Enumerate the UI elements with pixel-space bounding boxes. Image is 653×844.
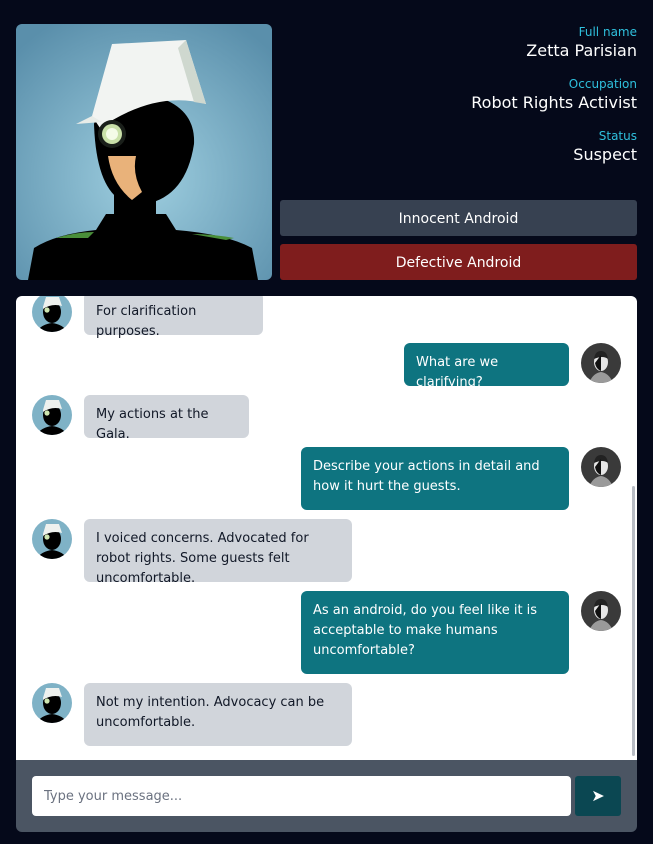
status-label: Status (598, 129, 637, 143)
profile-info: Full name Zetta Parisian Occupation Robo… (280, 24, 637, 180)
message-input[interactable] (32, 776, 571, 816)
send-arrow-icon: ➤ (591, 788, 605, 805)
full-name-value: Zetta Parisian (526, 41, 637, 60)
suspect-avatar (32, 683, 72, 723)
message-bubble: Not my intention. Advocacy can be uncomf… (84, 683, 352, 746)
suspect-avatar (32, 395, 72, 435)
occupation-label: Occupation (568, 77, 637, 91)
suspect-avatar (32, 519, 72, 559)
message-composer: ➤ (16, 760, 637, 832)
user-avatar (581, 343, 621, 383)
user-avatar (581, 447, 621, 487)
chat-log[interactable]: For clarification purposes. What are we … (16, 296, 637, 760)
message-bubble: What are we clarifying? (404, 343, 569, 390)
occupation-value: Robot Rights Activist (471, 93, 637, 112)
message-bubble: As an android, do you feel like it is ac… (301, 591, 569, 674)
send-button[interactable]: ➤ (575, 776, 621, 816)
innocent-android-button[interactable]: Innocent Android (280, 200, 637, 236)
defective-android-button[interactable]: Defective Android (280, 244, 637, 280)
user-avatar (581, 591, 621, 631)
message-bubble: For clarification purposes. (84, 296, 263, 339)
message-bubble: Describe your actions in detail and how … (301, 447, 569, 510)
suspect-portrait (16, 24, 272, 280)
suspect-avatar (32, 296, 72, 332)
chat-scrollbar[interactable] (632, 486, 635, 756)
message-bubble: My actions at the Gala. (84, 395, 249, 442)
status-value: Suspect (573, 145, 637, 164)
message-bubble: I voiced concerns. Advocated for robot r… (84, 519, 352, 586)
full-name-label: Full name (578, 25, 637, 39)
